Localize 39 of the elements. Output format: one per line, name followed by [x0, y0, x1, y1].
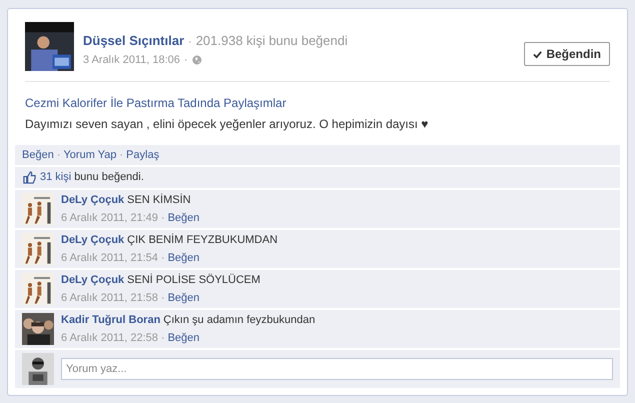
thumbs-up-icon: [23, 171, 36, 184]
post-message: Dayımızı seven sayan , elini öpecek yeğenler arıyoruz. O hepimizin dayısı ♥: [25, 116, 430, 133]
like-link[interactable]: Beğen: [168, 330, 200, 346]
separator: ·: [161, 290, 165, 306]
separator: ·: [120, 148, 124, 163]
page-name-link[interactable]: Düşsel Sıçıntılar: [83, 31, 184, 50]
separator: ·: [161, 330, 165, 346]
action-link[interactable]: Beğen: [22, 146, 54, 164]
comment-time: 6 Aralık 2011, 21:58: [61, 290, 158, 306]
separator: ·: [184, 52, 188, 68]
comment-author[interactable]: DeLy Çoçuk: [61, 192, 124, 208]
link-title[interactable]: Cezmi Kalorifer İle Pastırma Tadında Paylaşımlar: [25, 94, 610, 112]
separator: ·: [188, 35, 192, 50]
likers-link[interactable]: 31 kişi: [40, 169, 72, 186]
comment-author[interactable]: Kadir Tuğrul Boran: [61, 312, 160, 328]
separator: ·: [161, 210, 165, 226]
comment-text: Çıkın şu adamın feyzbukundan: [163, 313, 316, 328]
comment-text: SEN KİMSİN: [127, 192, 191, 208]
comment-time: 6 Aralık 2011, 21:54: [61, 250, 158, 266]
comment-time: 6 Aralık 2011, 21:49: [61, 210, 158, 226]
comment-text: ÇIK BENİM FEYZBUKUMDAN: [127, 232, 278, 248]
action-link[interactable]: Paylaş: [126, 146, 160, 164]
like-link[interactable]: Beğen: [168, 210, 200, 226]
check-icon: [533, 50, 542, 58]
comment-author[interactable]: DeLy Çoçuk: [61, 232, 124, 248]
comment-time: 6 Aralık 2011, 22:58: [61, 330, 158, 346]
like-link[interactable]: Beğen: [168, 250, 200, 266]
comment-text: SENİ POLİSE SÖYLÜCEM: [127, 272, 260, 288]
liked-button[interactable]: Beğendin: [524, 42, 610, 66]
timestamp: 3 Aralık 2011, 18:06: [83, 52, 180, 68]
like-link[interactable]: Beğen: [168, 290, 200, 306]
comment-input[interactable]: Yorum yaz...: [61, 358, 613, 380]
globe-icon: [192, 54, 202, 65]
page-likes: 201.938 kişi bunu beğendi: [196, 32, 348, 50]
separator: ·: [161, 250, 165, 266]
likes-text: bunu beğendi.: [74, 170, 144, 186]
action-link[interactable]: Yorum Yap: [63, 146, 116, 164]
separator: ·: [56, 148, 60, 163]
comment-author[interactable]: DeLy Çoçuk: [61, 272, 124, 288]
